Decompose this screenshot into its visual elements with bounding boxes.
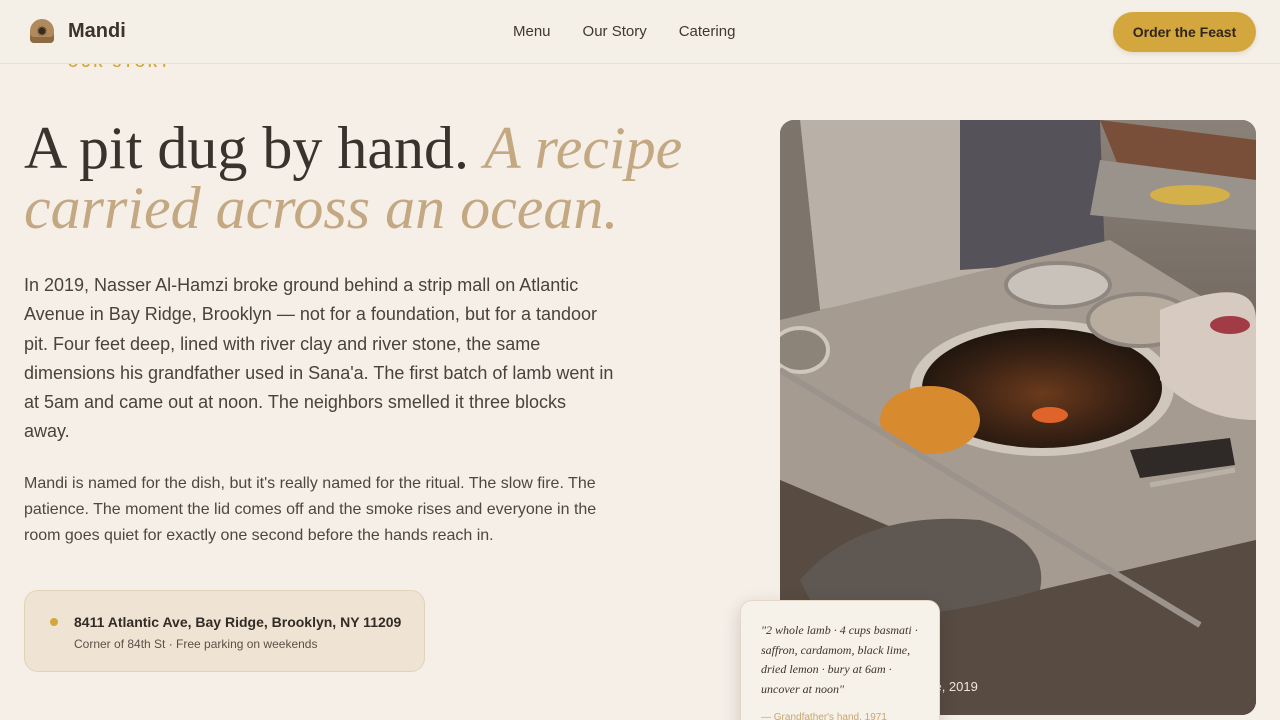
brand-name: Mandi xyxy=(68,19,126,42)
nav-link-menu[interactable]: Menu xyxy=(513,23,551,40)
top-nav: ✹ Mandi Menu Our Story Catering Order th… xyxy=(0,0,1280,64)
nav-links: Menu Our Story Catering xyxy=(513,23,735,40)
address-card[interactable]: 8411 Atlantic Ave, Bay Ridge, Brooklyn, … xyxy=(24,590,425,672)
address-line: 8411 Atlantic Ave, Bay Ridge, Brooklyn, … xyxy=(74,614,402,630)
nav-link-our-story[interactable]: Our Story xyxy=(583,23,647,40)
location-dot-icon xyxy=(50,618,58,626)
address-details: Corner of 84th St · Free parking on week… xyxy=(74,637,318,651)
lead-paragraph: In 2019, Nasser Al-Hamzi broke ground be… xyxy=(24,275,614,442)
headline-plain: A pit dug by hand. xyxy=(24,115,469,181)
recipe-attribution: — Grandfather's hand, 1971 xyxy=(761,712,887,720)
sunburst-logo-icon: ✹ xyxy=(30,19,54,43)
brand[interactable]: ✹ Mandi xyxy=(30,19,126,43)
order-feast-button[interactable]: Order the Feast xyxy=(1113,12,1256,52)
nav-link-catering[interactable]: Catering xyxy=(679,23,736,40)
recipe-quote: "2 whole lamb · 4 cups basmati · saffron… xyxy=(761,623,918,697)
ritual-paragraph: Mandi is named for the dish, but it's re… xyxy=(24,475,597,544)
recipe-note-card: "2 whole lamb · 4 cups basmati · saffron… xyxy=(740,600,940,720)
page-title: A pit dug by hand. A recipe carried acro… xyxy=(24,118,744,238)
